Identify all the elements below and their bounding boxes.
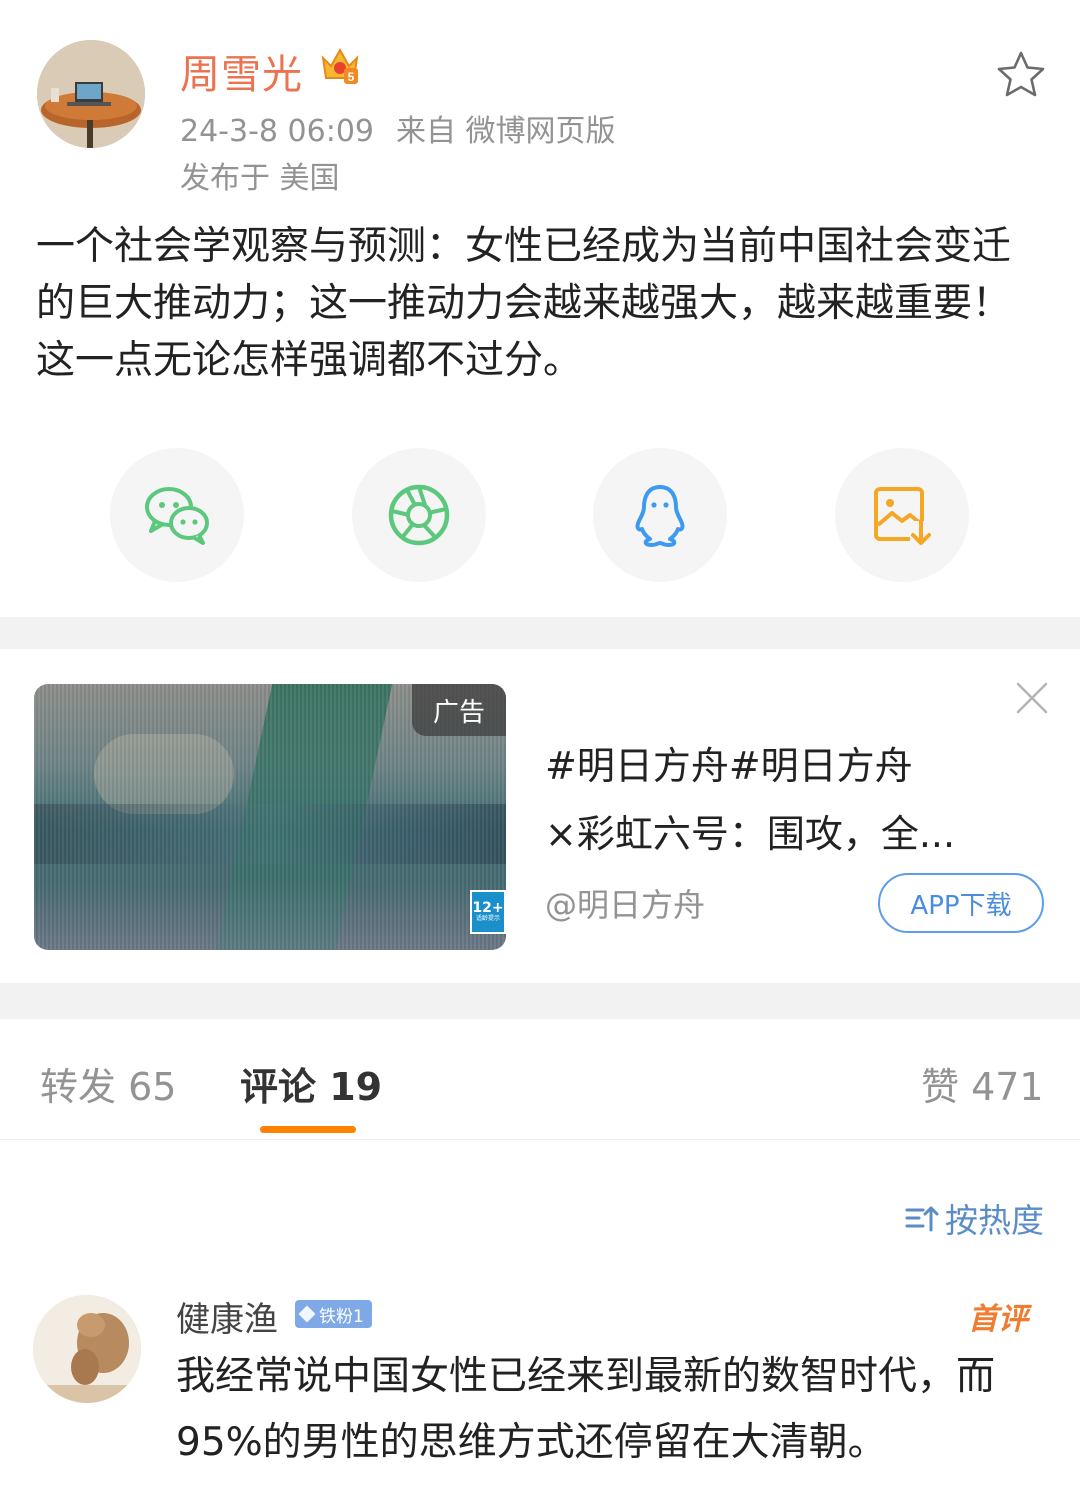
post-location: 发布于 美国 — [180, 161, 340, 196]
sort-icon — [905, 1206, 939, 1232]
post-meta: 24-3-8 06:09 来自 微博网页版 — [180, 106, 616, 150]
vip-level-text: 5 — [348, 70, 355, 84]
tabs-divider — [0, 1139, 1080, 1140]
section-divider — [0, 983, 1080, 1019]
section-divider — [0, 617, 1080, 649]
author-name[interactable]: 周雪光 — [180, 42, 303, 100]
commenter-name[interactable]: 健康渔 — [176, 1292, 278, 1341]
age-rating-badge: 12+ 适龄提示 — [470, 890, 506, 934]
diamond-icon — [298, 1305, 316, 1323]
ad-account[interactable]: @明日方舟 — [545, 880, 705, 926]
qq-icon — [635, 485, 685, 547]
age-rating-subtext: 适龄提示 — [475, 915, 500, 922]
ad-title-line1: #明日方舟#明日方舟 — [545, 744, 913, 788]
sort-button[interactable]: 按热度 — [903, 1194, 1044, 1242]
commenter-avatar[interactable] — [33, 1295, 141, 1403]
ad-title[interactable]: #明日方舟#明日方舟 ×彩虹六号：围攻，全... — [545, 732, 1005, 868]
fan-badge: 铁粉1 — [295, 1300, 372, 1328]
first-comment-tag: 首评 — [968, 1302, 1028, 1337]
app-download-button[interactable]: APP下载 — [878, 873, 1044, 933]
comment-text: 我经常说中国女性已经来到最新的数智时代，而95%的男性的思维方式还停留在大清朝。 — [176, 1354, 996, 1465]
tab-comments[interactable]: 评论 19 — [240, 1056, 382, 1111]
ad-title-line2: ×彩虹六号：围攻，全... — [545, 812, 956, 856]
active-tab-indicator — [260, 1126, 356, 1133]
post-time: 24-3-8 06:09 — [180, 114, 374, 149]
save-image-icon — [874, 487, 932, 547]
tab-likes[interactable]: 赞 471 — [921, 1056, 1044, 1111]
age-rating-text: 12+ — [472, 900, 504, 916]
ad-tag: 广告 — [412, 684, 506, 736]
share-wechat-button[interactable] — [110, 448, 244, 582]
author-avatar[interactable] — [37, 40, 145, 148]
sort-label: 按热度 — [945, 1201, 1044, 1240]
ad-image[interactable]: 广告 12+ 适龄提示 — [34, 684, 506, 950]
share-moments-button[interactable] — [352, 448, 486, 582]
close-icon[interactable] — [1014, 680, 1050, 716]
moments-icon — [388, 484, 450, 546]
wechat-icon — [145, 487, 209, 545]
post-source: 来自 微博网页版 — [396, 114, 616, 149]
share-qq-button[interactable] — [593, 448, 727, 582]
author-avatar-image — [37, 40, 145, 148]
commenter-avatar-image — [33, 1295, 141, 1403]
fan-badge-label: 铁粉1 — [319, 1306, 364, 1327]
save-image-button[interactable] — [835, 448, 969, 582]
favorite-star-icon[interactable] — [994, 48, 1048, 102]
crown-vip-icon: 5 — [318, 44, 362, 88]
post-content: 一个社会学观察与预测：女性已经成为当前中国社会变迁的巨大推动力；这一推动力会越来… — [36, 224, 1012, 383]
tab-repost[interactable]: 转发 65 — [40, 1056, 176, 1111]
